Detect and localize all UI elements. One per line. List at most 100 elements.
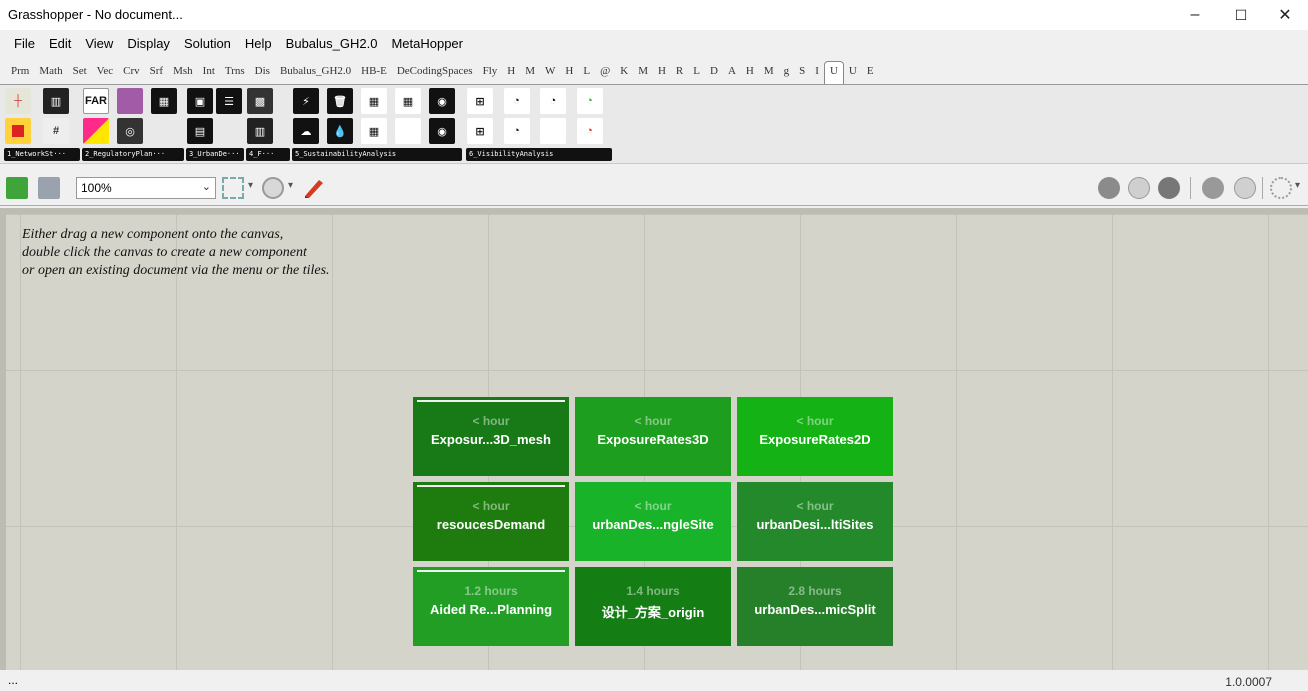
component-tab[interactable]: @ — [595, 60, 615, 84]
component-tab[interactable]: Trns — [220, 60, 250, 84]
menu-edit[interactable]: Edit — [43, 34, 79, 54]
recent-file-tile[interactable]: 1.4 hours 设计_方案_origin — [575, 567, 731, 646]
display-mode-icon[interactable] — [1202, 177, 1224, 199]
recent-file-tile[interactable]: 1.2 hours Aided Re...Planning — [413, 567, 569, 646]
component-tab[interactable]: L — [688, 60, 705, 84]
component-tab[interactable]: D — [705, 60, 723, 84]
close-button[interactable]: ✕ — [1262, 0, 1308, 30]
menu-display[interactable]: Display — [121, 34, 178, 54]
drop-icon[interactable]: 💧 — [327, 118, 353, 144]
component-tab[interactable]: W — [540, 60, 560, 84]
eye-3d-alt-icon[interactable]: ◔ — [540, 88, 566, 114]
component-tab[interactable]: H — [741, 60, 759, 84]
preview-shaded-icon[interactable] — [1098, 177, 1120, 199]
bars-icon[interactable]: ▥ — [43, 88, 69, 114]
component-tab[interactable]: Vec — [92, 60, 119, 84]
blank-icon[interactable] — [540, 118, 566, 144]
component-tab[interactable]: g — [779, 60, 795, 84]
component-tab[interactable]: S — [794, 60, 810, 84]
component-tab[interactable]: Int — [198, 60, 220, 84]
component-tab[interactable]: Prm — [6, 60, 34, 84]
eye-icon[interactable] — [262, 177, 284, 199]
building-icon[interactable]: ▦ — [361, 118, 387, 144]
recent-file-tile[interactable]: < hour ExposureRates3D — [575, 397, 731, 476]
component-tab[interactable]: Srf — [145, 60, 168, 84]
maximize-button[interactable]: ☐ — [1218, 0, 1264, 30]
recent-file-tile[interactable]: < hour ExposureRates2D — [737, 397, 893, 476]
component-tab[interactable]: Math — [34, 60, 67, 84]
red-square-icon[interactable] — [5, 118, 31, 144]
menu-help[interactable]: Help — [239, 34, 280, 54]
preview-selected-icon[interactable] — [1158, 177, 1180, 199]
far-icon[interactable]: FAR — [83, 88, 109, 114]
eye-red-icon[interactable]: ◔ — [576, 118, 603, 144]
open-file-icon[interactable] — [6, 177, 28, 199]
list-icon[interactable]: ☰ — [216, 88, 242, 114]
buildings-icon[interactable]: ▦ — [151, 88, 177, 114]
zoom-select[interactable]: 100% ⌄ — [76, 177, 216, 199]
component-tab[interactable]: A — [723, 60, 741, 84]
sun-building-icon[interactable]: ▦ — [361, 88, 387, 114]
component-tab[interactable]: M — [520, 60, 540, 84]
document-icon[interactable]: ▤ — [187, 118, 213, 144]
settings-circle-icon[interactable] — [1270, 177, 1292, 199]
component-tab[interactable]: K — [615, 60, 633, 84]
component-tab[interactable]: U — [844, 60, 862, 84]
component-tab[interactable]: Set — [68, 60, 92, 84]
eye-3d-icon[interactable]: ◔ — [503, 118, 530, 144]
save-icon[interactable] — [38, 177, 60, 199]
menu-metahopper[interactable]: MetaHopper — [385, 34, 471, 54]
menu-view[interactable]: View — [79, 34, 121, 54]
pattern-icon[interactable]: ▣ — [187, 88, 213, 114]
component-tab[interactable]: HB-E — [356, 60, 392, 84]
menu-solution[interactable]: Solution — [178, 34, 239, 54]
grid-a-icon[interactable]: ⊞ — [467, 88, 493, 114]
component-tab[interactable]: Dis — [250, 60, 275, 84]
component-tab[interactable]: H — [653, 60, 671, 84]
color-zone-icon[interactable] — [83, 118, 109, 144]
component-tab[interactable]: H — [560, 60, 578, 84]
component-tab[interactable]: L — [578, 60, 595, 84]
component-tab[interactable]: Bubalus_GH2.0 — [275, 60, 356, 84]
target-icon[interactable]: ◎ — [117, 118, 143, 144]
sphere-icon[interactable] — [1234, 177, 1256, 199]
recent-file-tile[interactable]: < hour urbanDesi...ltiSites — [737, 482, 893, 561]
blank-icon[interactable] — [395, 118, 421, 144]
minimize-button[interactable]: – — [1172, 0, 1218, 30]
menu-file[interactable]: File — [8, 34, 43, 54]
component-tab[interactable]: I — [810, 60, 824, 84]
sketch-icon[interactable] — [302, 177, 326, 199]
component-tab[interactable]: M — [759, 60, 779, 84]
chevron-down-icon[interactable]: ▾ — [1295, 180, 1300, 191]
recent-file-tile[interactable]: < hour resoucesDemand — [413, 482, 569, 561]
recent-file-tile[interactable]: < hour urbanDes...ngleSite — [575, 482, 731, 561]
eye-2d-icon[interactable]: ◔ — [503, 88, 530, 114]
tower-icon[interactable]: ▥ — [247, 118, 273, 144]
building-alt-icon[interactable]: ▦ — [395, 88, 421, 114]
gauge-icon[interactable]: ◉ — [429, 88, 455, 114]
recent-file-tile[interactable]: < hour Exposur...3D_mesh — [413, 397, 569, 476]
menu-bubalus[interactable]: Bubalus_GH2.0 — [280, 34, 386, 54]
grid-b-icon[interactable]: ⊞ — [467, 118, 493, 144]
hash-grid-icon[interactable]: # — [43, 118, 69, 144]
component-tab[interactable]: Crv — [118, 60, 145, 84]
component-tab[interactable]: Fly — [478, 60, 503, 84]
zoom-extents-icon[interactable] — [222, 177, 244, 199]
component-tab[interactable]: H — [502, 60, 520, 84]
pixel-icon[interactable]: ▩ — [247, 88, 273, 114]
component-tab[interactable]: U — [823, 61, 844, 84]
component-tab[interactable]: R — [671, 60, 688, 84]
trash-icon[interactable]: 🗑 — [327, 88, 353, 114]
chevron-down-icon[interactable]: ▾ — [288, 180, 293, 191]
eye-green-icon[interactable]: ◔ — [576, 88, 603, 114]
component-tab[interactable]: DeCodingSpaces — [392, 60, 478, 84]
cloud-icon[interactable]: ☁ — [293, 118, 319, 144]
preview-wire-icon[interactable] — [1128, 177, 1150, 199]
energy-icon[interactable]: ⚡ — [293, 88, 319, 114]
chevron-down-icon[interactable]: ▾ — [248, 180, 253, 191]
gauge-alt-icon[interactable]: ◉ — [429, 118, 455, 144]
component-tab[interactable]: M — [633, 60, 653, 84]
component-tab[interactable]: Msh — [168, 60, 198, 84]
purple-block-icon[interactable] — [117, 88, 143, 114]
component-tab[interactable]: E — [862, 60, 879, 84]
